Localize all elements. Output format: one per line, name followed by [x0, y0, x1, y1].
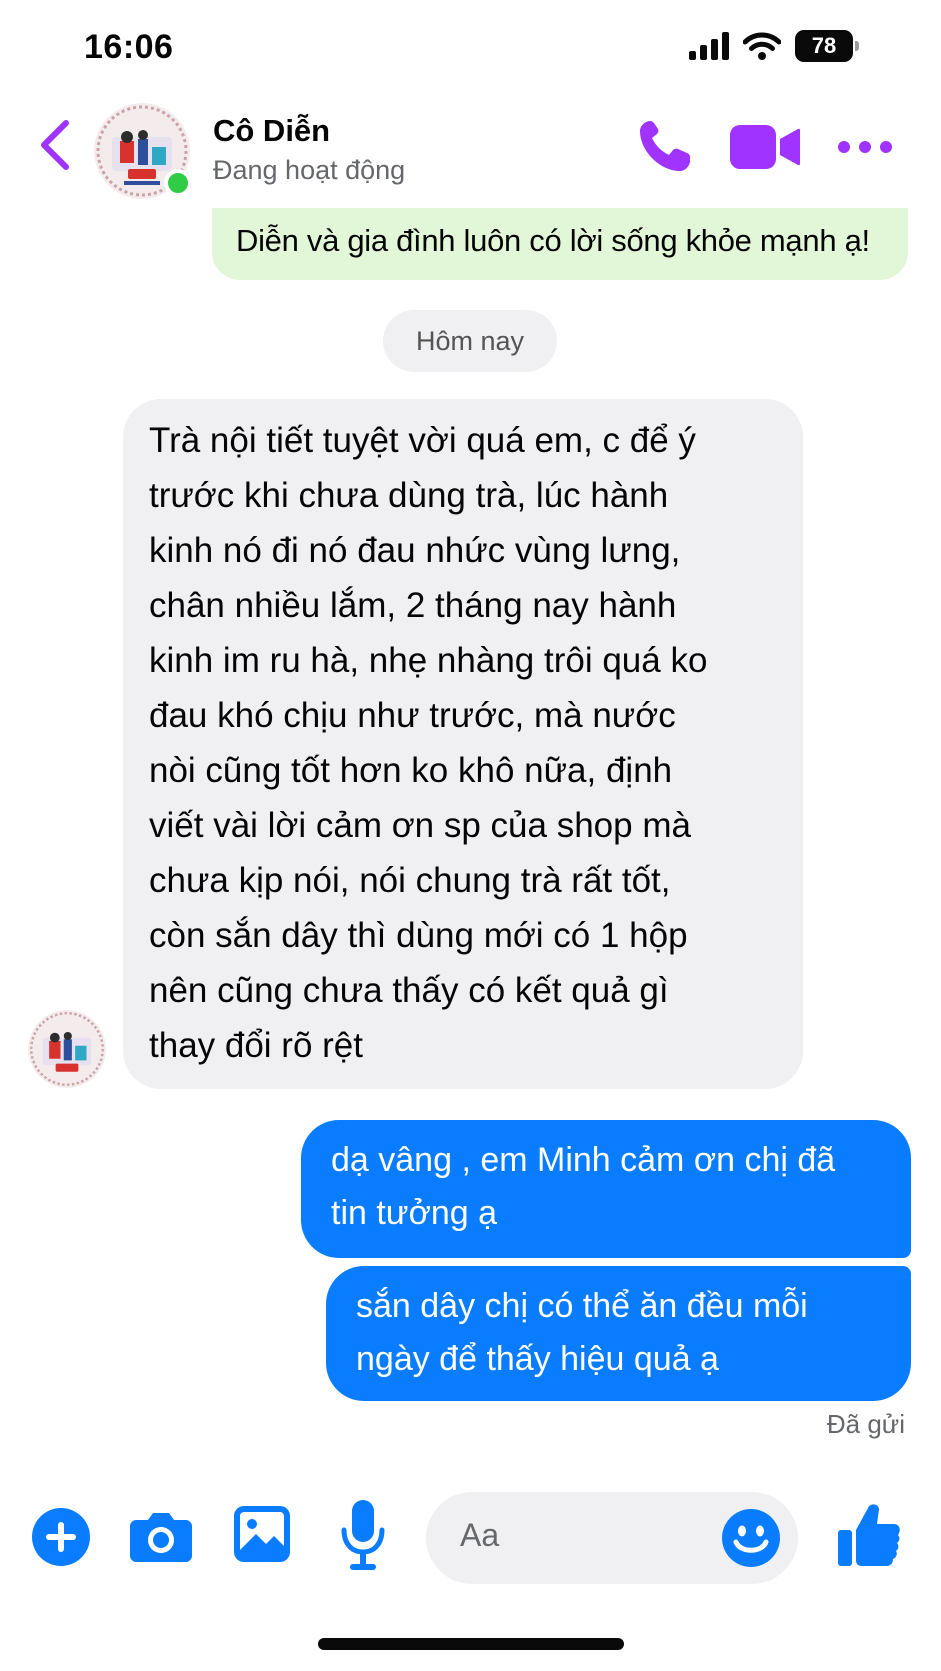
message-line: viết vài lời cảm ơn sp của shop mà — [149, 806, 691, 845]
outgoing-message-previous[interactable]: Diễn và gia đình luôn có lời sống khỏe m… — [212, 208, 908, 280]
contact-name[interactable]: Cô Diễn — [213, 113, 330, 149]
message-line: tin tưởng ạ — [331, 1194, 498, 1232]
cellular-signal-icon — [689, 32, 729, 60]
message-line: dạ vâng , em Minh cảm ơn chị đã — [331, 1141, 836, 1179]
home-indicator — [318, 1638, 624, 1650]
message-line: chưa kịp nói, nói chung trà rất tốt, — [149, 861, 671, 900]
thumbs-up-icon[interactable] — [838, 1500, 900, 1568]
status-bar: 16:06 78 — [0, 0, 941, 90]
message-line: Diễn và gia đình luôn có lời sống khỏe m… — [236, 223, 870, 258]
video-call-icon[interactable] — [730, 123, 800, 171]
message-line: thay đổi rõ rệt — [149, 1026, 363, 1065]
battery-level: 78 — [811, 33, 837, 58]
message-line: còn sắn dây thì dùng mới có 1 hộp — [149, 916, 688, 955]
message-line: nên cũng chưa thấy có kết quả gì — [149, 971, 669, 1010]
image-icon[interactable] — [234, 1506, 290, 1562]
message-line: Trà nội tiết tuyệt vời quá em, c để ý — [149, 421, 696, 460]
message-line: sắn dây chị có thể ăn đều mỗi — [356, 1287, 808, 1325]
online-status-dot — [164, 169, 192, 197]
phone-call-icon[interactable] — [636, 117, 694, 175]
message-line: ngày để thấy hiệu quả ạ — [356, 1340, 719, 1378]
message-line: đau khó chịu như trước, mà nước — [149, 696, 676, 735]
message-line: trước khi chưa dùng trà, lúc hành — [149, 476, 669, 515]
status-indicators: 78 — [689, 30, 859, 62]
chat-header: Cô Diễn Đang hoạt động — [0, 95, 941, 210]
message-line: nòi cũng tốt hơn ko khô nữa, định — [149, 751, 673, 790]
back-chevron-icon[interactable] — [30, 115, 80, 175]
date-divider: Hôm nay — [383, 310, 557, 372]
wifi-icon — [743, 32, 781, 60]
message-input[interactable]: Aa — [426, 1492, 798, 1584]
camera-icon[interactable] — [130, 1510, 192, 1562]
message-input-placeholder: Aa — [460, 1517, 500, 1553]
emoji-icon[interactable] — [722, 1509, 780, 1567]
contact-avatar[interactable] — [94, 103, 192, 199]
more-options-icon[interactable] — [836, 135, 894, 159]
plus-icon[interactable] — [32, 1508, 90, 1566]
outgoing-message[interactable]: dạ vâng , em Minh cảm ơn chị đã tin tưởn… — [301, 1120, 911, 1258]
sent-status: Đã gửi — [826, 1409, 905, 1439]
contact-active-status: Đang hoạt động — [213, 155, 406, 185]
microphone-icon[interactable] — [340, 1500, 386, 1572]
message-line: chân nhiều lắm, 2 tháng nay hành — [149, 586, 677, 625]
message-composer: Aa — [0, 1480, 941, 1590]
message-line: kinh nó đi nó đau nhức vùng lưng, — [149, 531, 681, 570]
incoming-message[interactable]: Trà nội tiết tuyệt vời quá em, c để ý tr… — [123, 399, 803, 1089]
status-time: 16:06 — [84, 28, 174, 66]
outgoing-message[interactable]: sắn dây chị có thể ăn đều mỗi ngày để th… — [326, 1266, 911, 1401]
message-line: kinh im ru hà, nhẹ nhàng trôi quá ko — [149, 641, 708, 680]
sender-avatar[interactable] — [28, 1010, 106, 1088]
battery-indicator: 78 — [795, 30, 859, 62]
